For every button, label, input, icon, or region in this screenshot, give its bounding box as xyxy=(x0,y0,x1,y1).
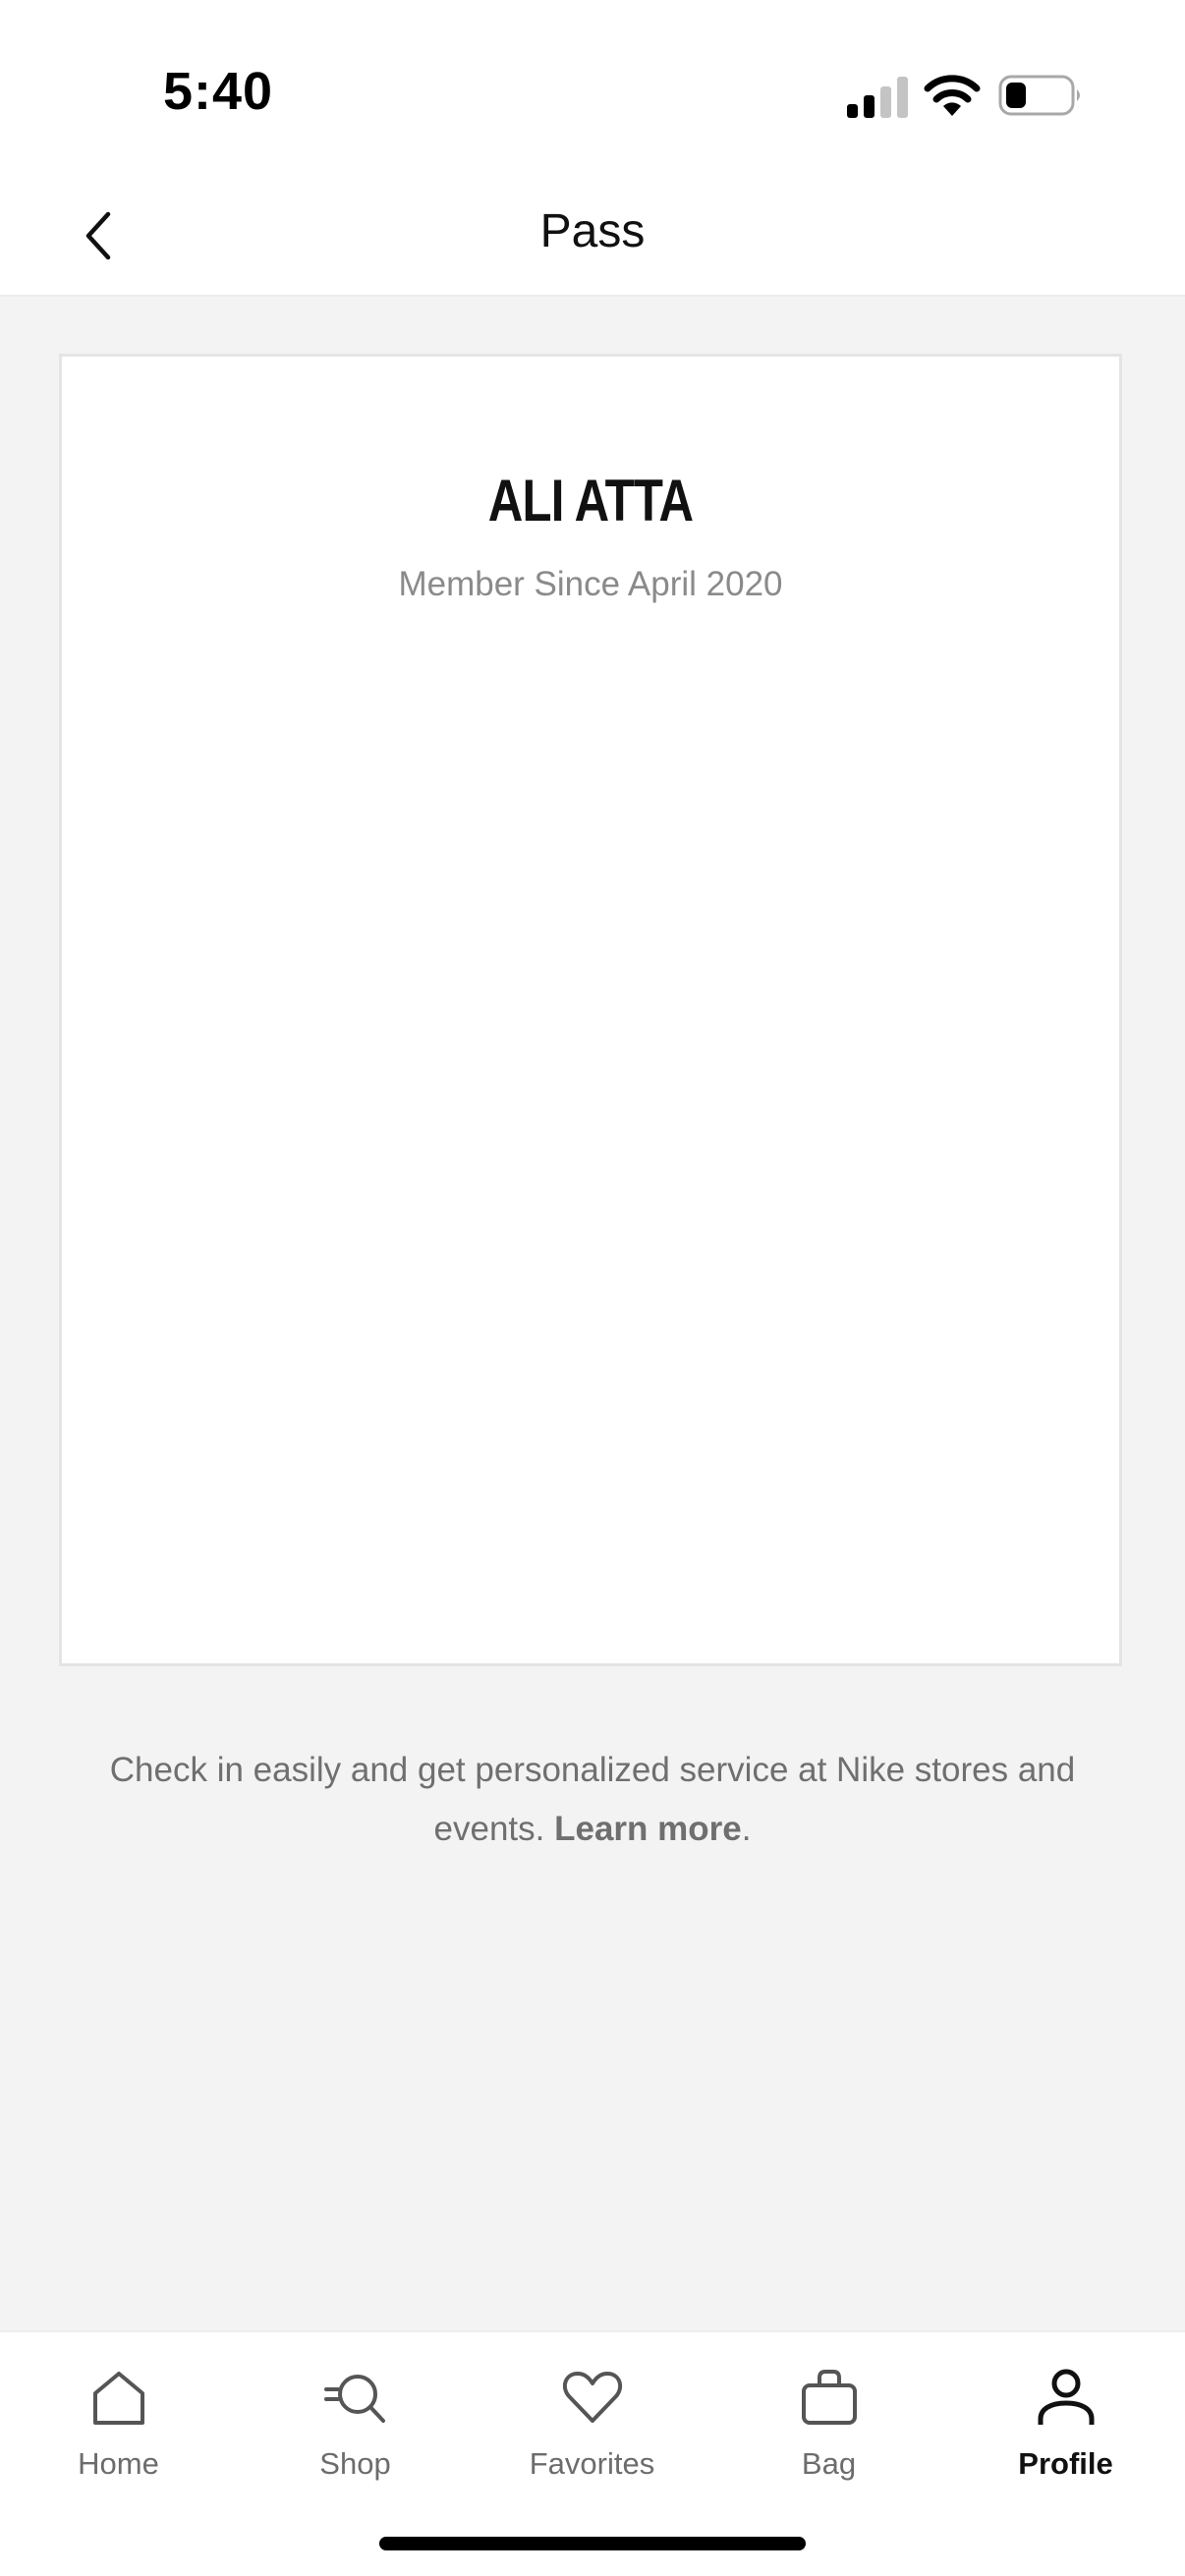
nav-header: Pass xyxy=(0,177,1185,297)
member-pass-card: ALI ATTA Member Since April 2020 xyxy=(59,354,1122,1666)
member-name: ALI ATTA xyxy=(487,468,694,533)
tab-favorites-label: Favorites xyxy=(529,2446,655,2481)
battery-icon xyxy=(998,75,1080,116)
pass-screen: 5:40 Pass ALI ATTA Member Since April 20… xyxy=(0,0,1185,2576)
shop-search-icon xyxy=(323,2375,385,2423)
learn-more-link[interactable]: Learn more xyxy=(554,1810,742,1848)
tab-home-label: Home xyxy=(78,2446,159,2481)
tab-profile[interactable]: Profile xyxy=(947,2352,1184,2499)
status-bar: 5:40 xyxy=(0,0,1185,177)
page-title: Pass xyxy=(539,205,646,257)
tab-home[interactable]: Home xyxy=(0,2352,237,2499)
home-indicator xyxy=(379,2537,806,2550)
member-since-label: Member Since April 2020 xyxy=(398,565,783,603)
wifi-icon xyxy=(924,75,981,116)
tab-favorites[interactable]: Favorites xyxy=(474,2352,710,2499)
status-time: 5:40 xyxy=(163,62,274,121)
info-trailing-punctuation: . xyxy=(741,1810,752,1848)
person-icon xyxy=(1038,2369,1094,2425)
tab-shop[interactable]: Shop xyxy=(237,2352,474,2499)
pass-info-text: Check in easily and get personalized ser… xyxy=(79,1741,1106,1859)
tab-bag-label: Bag xyxy=(801,2446,857,2481)
tab-bag[interactable]: Bag xyxy=(710,2352,947,2499)
heart-icon xyxy=(562,2372,622,2423)
tab-profile-label: Profile xyxy=(1018,2446,1113,2481)
home-icon xyxy=(92,2372,144,2425)
cellular-signal-icon xyxy=(847,77,908,118)
bag-icon xyxy=(801,2370,857,2425)
tab-shop-label: Shop xyxy=(319,2446,391,2481)
